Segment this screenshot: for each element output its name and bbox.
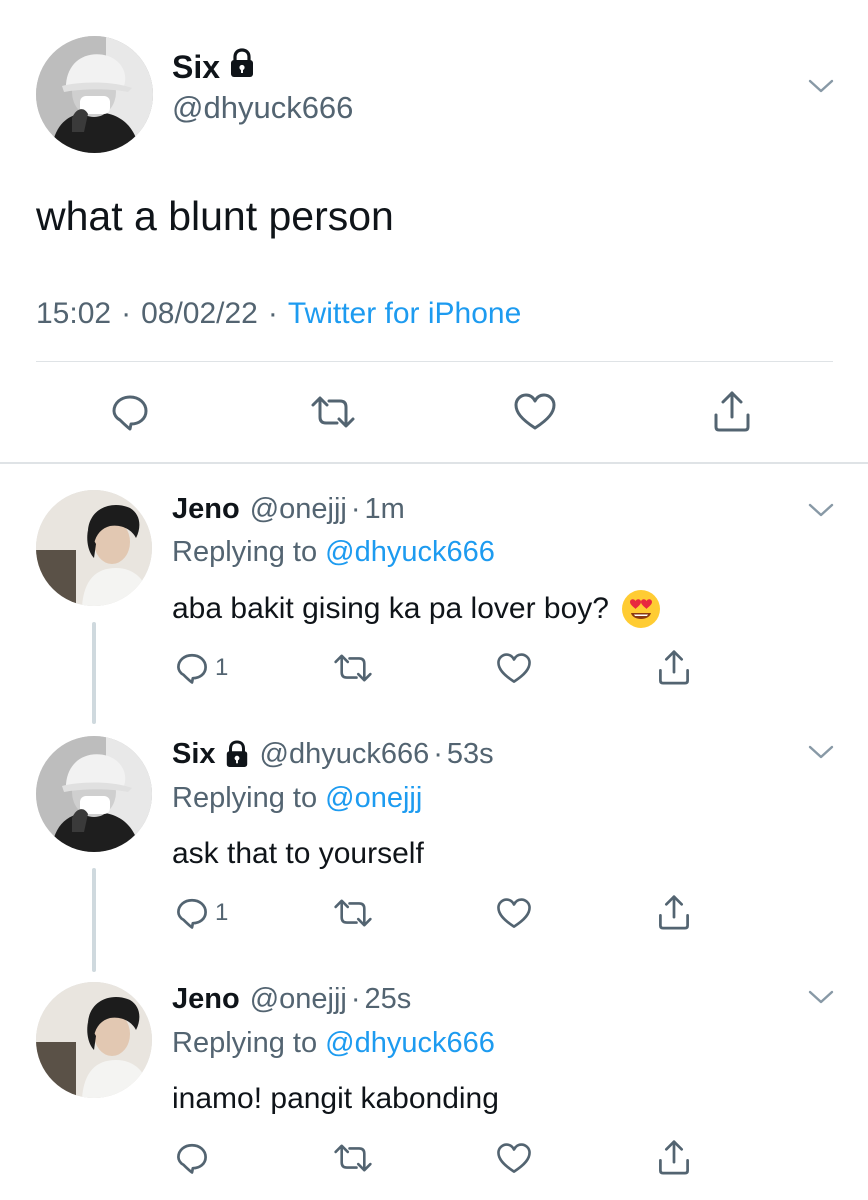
lock-icon [228, 47, 256, 87]
reply-author-handle[interactable]: @dhyuck666 [260, 735, 430, 773]
share-icon [659, 1140, 689, 1175]
share-button[interactable] [710, 388, 754, 434]
reply-text-content: ask that to yourself [172, 837, 424, 870]
reply-button[interactable]: 1 [175, 893, 228, 933]
retweet-button[interactable] [333, 1140, 373, 1176]
chevron-down-icon[interactable] [808, 78, 834, 94]
reply-icon [177, 1143, 207, 1174]
like-button[interactable] [511, 390, 559, 434]
like-icon [514, 393, 556, 430]
divider [36, 361, 833, 362]
like-button[interactable] [496, 650, 532, 686]
reply-button[interactable]: 1 [175, 648, 228, 688]
reply-count: 1 [215, 654, 229, 681]
author-avatar[interactable] [36, 36, 153, 153]
retweet-button[interactable] [309, 390, 357, 434]
chevron-down-icon[interactable] [808, 989, 834, 1005]
meta-separator: · [121, 297, 132, 330]
reply-dot: · [350, 983, 361, 1015]
reply-button[interactable] [175, 1138, 215, 1178]
reply-avatar[interactable] [36, 490, 152, 606]
replying-to: Replying to @dhyuck666 [172, 1024, 495, 1062]
reply-text-content: aba bakit gising ka pa lover boy? [172, 592, 609, 625]
tweet-time[interactable]: 15:02 [36, 294, 111, 334]
tweet-source-link[interactable]: Twitter for iPhone [288, 294, 521, 334]
tweet-text: what a blunt person [36, 193, 394, 239]
reply-icon [177, 898, 207, 929]
replying-to-mention[interactable]: @dhyuck666 [325, 1027, 495, 1059]
reply-time[interactable]: 53s [447, 735, 494, 773]
reply-count: 1 [215, 899, 229, 926]
like-icon [497, 652, 531, 683]
reply-text: ask that to yourself [172, 834, 424, 874]
reply-dot: · [350, 493, 361, 525]
replying-to-mention[interactable]: @onejjj [325, 782, 422, 814]
reply-avatar[interactable] [36, 736, 152, 852]
reply-header: Six @dhyuck666 · 53s [172, 735, 494, 773]
replying-to-prefix: Replying to [172, 1027, 326, 1059]
reply-header: Jeno @onejjj · 25s [172, 980, 411, 1018]
reply-time[interactable]: 25s [365, 980, 412, 1018]
chevron-down-icon[interactable] [808, 502, 834, 518]
author-name[interactable]: Six [172, 47, 256, 87]
lock-icon [224, 740, 250, 768]
reply-dot: · [433, 738, 443, 770]
replying-to: Replying to @onejjj [172, 779, 422, 817]
chevron-down-icon[interactable] [808, 744, 834, 760]
replying-to-prefix: Replying to [172, 536, 326, 568]
reply-author-name[interactable]: Six [172, 735, 216, 773]
thread-line [92, 622, 96, 724]
meta-separator: · [267, 297, 278, 330]
reply-time[interactable]: 1m [365, 490, 405, 528]
author-handle[interactable]: @dhyuck666 [172, 88, 353, 128]
reply-author-name[interactable]: Jeno [172, 980, 240, 1018]
reply-author-handle[interactable]: @onejjj [250, 490, 347, 528]
reply-button[interactable] [108, 390, 152, 434]
retweet-button[interactable] [333, 650, 373, 686]
tweet-date[interactable]: 08/02/22 [141, 294, 258, 334]
replying-to-prefix: Replying to [172, 782, 326, 814]
like-button[interactable] [496, 1140, 532, 1176]
like-icon [497, 1142, 531, 1173]
reply-icon [177, 653, 207, 684]
share-icon [659, 895, 689, 930]
retweet-icon [334, 1144, 372, 1172]
tweet-meta: 15:02 · 08/02/22 · Twitter for iPhone [36, 294, 521, 334]
heart-eyes-emoji-icon [621, 589, 661, 629]
reply-text-content: inamo! pangit kabonding [172, 1082, 499, 1115]
retweet-icon [334, 899, 372, 927]
reply-header: Jeno @onejjj · 1m [172, 490, 405, 528]
author-name-text[interactable]: Six [172, 47, 220, 87]
share-button[interactable] [657, 892, 691, 932]
thread-line [92, 868, 96, 972]
retweet-icon [311, 396, 355, 428]
reply-avatar[interactable] [36, 982, 152, 1098]
reply-text: inamo! pangit kabonding [172, 1079, 499, 1119]
reply-icon [112, 395, 148, 431]
share-button[interactable] [657, 1137, 691, 1177]
replying-to: Replying to @dhyuck666 [172, 533, 495, 571]
share-icon [659, 650, 689, 685]
retweet-button[interactable] [333, 895, 373, 931]
share-icon [714, 391, 750, 432]
reply-author-handle[interactable]: @onejjj [250, 980, 347, 1018]
section-divider [0, 462, 868, 464]
like-button[interactable] [496, 895, 532, 931]
like-icon [497, 897, 531, 928]
reply-author-name[interactable]: Jeno [172, 490, 240, 528]
share-button[interactable] [657, 647, 691, 687]
reply-text: aba bakit gising ka pa lover boy? [172, 589, 661, 629]
retweet-icon [334, 654, 372, 682]
replying-to-mention[interactable]: @dhyuck666 [325, 536, 495, 568]
